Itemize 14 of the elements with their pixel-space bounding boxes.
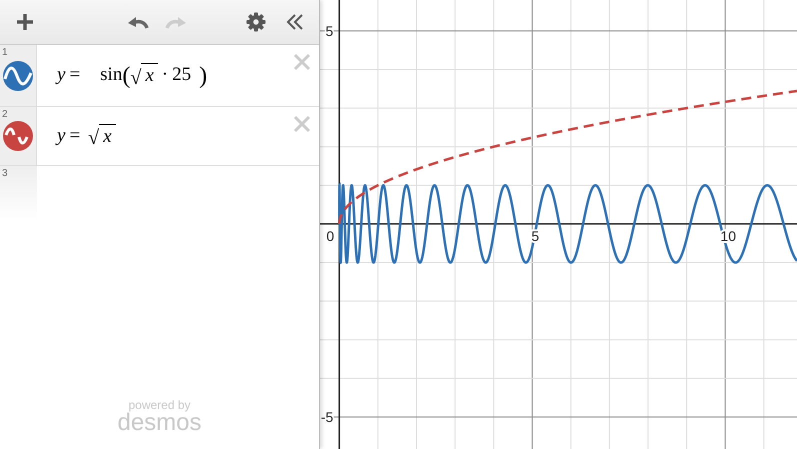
collapse-icon[interactable] bbox=[286, 13, 304, 31]
math-expression[interactable]: y = sin(√ x · 25 ) bbox=[53, 61, 208, 90]
settings-icon[interactable] bbox=[246, 12, 266, 32]
graph-style-icon[interactable] bbox=[3, 60, 33, 90]
x-tick-label: 0 bbox=[326, 228, 334, 244]
row-number: 1 bbox=[2, 46, 8, 60]
undo-icon[interactable] bbox=[127, 15, 149, 29]
y-tick-label: -5 bbox=[320, 408, 334, 425]
graph-style-icon[interactable] bbox=[3, 121, 33, 151]
y-tick-label: 5 bbox=[326, 22, 334, 39]
row-number: 2 bbox=[2, 108, 8, 122]
math-expression[interactable]: y = √ x bbox=[53, 122, 116, 150]
row-number: 3 bbox=[2, 167, 8, 181]
add-icon[interactable] bbox=[15, 12, 35, 32]
